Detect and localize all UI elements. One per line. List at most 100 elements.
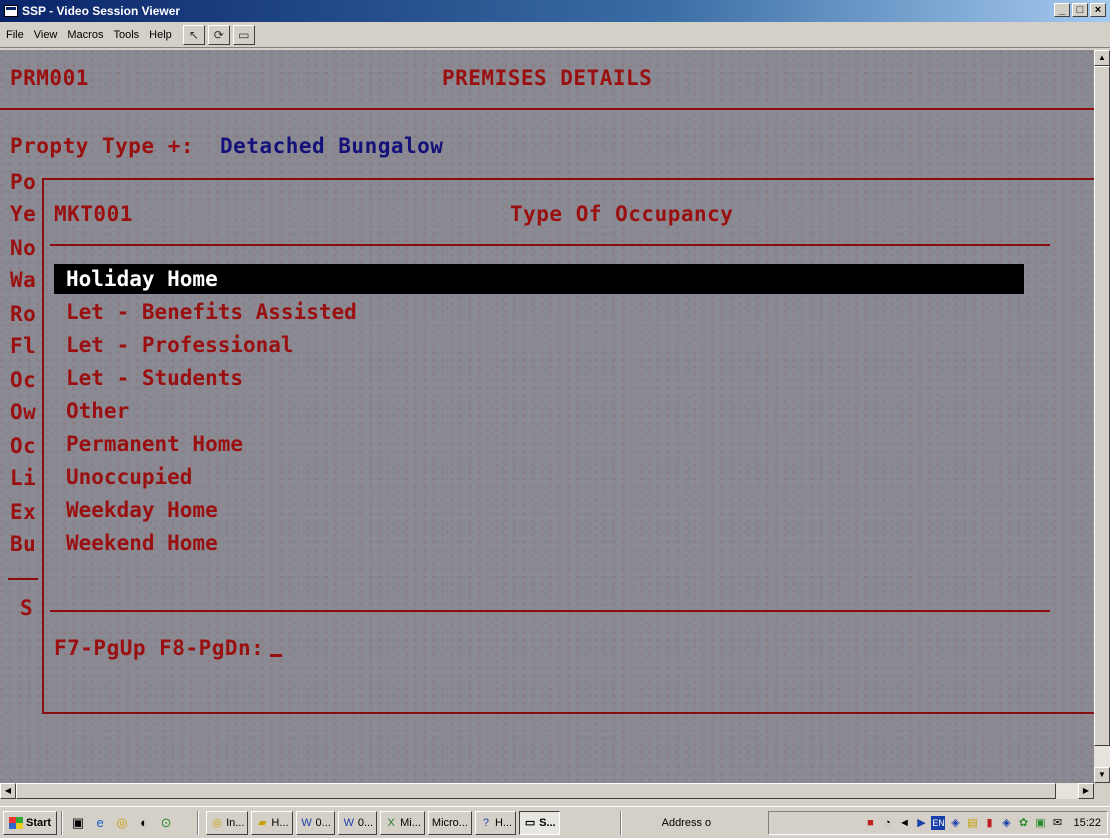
popup-header-divider (50, 244, 1050, 246)
left-divider (8, 578, 38, 580)
vertical-scroll-thumb[interactable] (1094, 66, 1110, 746)
desktop-icon[interactable]: ▣ (70, 815, 86, 831)
screen-id: PRM001 (10, 66, 89, 90)
option-weekday-home[interactable]: Weekday Home (66, 498, 218, 522)
field-label: Ye (10, 202, 37, 226)
option-weekend-home[interactable]: Weekend Home (66, 531, 218, 555)
task-label: S... (539, 816, 556, 829)
shield-icon[interactable]: ◈ (948, 816, 962, 830)
help-icon: ? (482, 816, 490, 829)
taskbar-separator (197, 810, 200, 835)
task-button[interactable]: ▰ H... (251, 810, 293, 835)
vertical-scrollbar[interactable]: ▲ ▼ (1094, 50, 1110, 783)
property-type-value[interactable]: Detached Bungalow (220, 134, 443, 158)
option-holiday-home[interactable]: Holiday Home (54, 264, 1024, 294)
scroll-down-button[interactable]: ▼ (1094, 767, 1110, 783)
address-toolbar-label[interactable]: Address o (656, 817, 712, 829)
word-icon: W (343, 816, 355, 829)
scrollbar-corner (1094, 783, 1110, 799)
task-label: 0... (357, 816, 374, 829)
arrow-down-icon: ▼ (1098, 770, 1106, 779)
pager-prompt[interactable]: F7-PgUp F8-PgDn: (54, 636, 283, 660)
task-button[interactable]: W 0... (295, 810, 335, 835)
monitor-icon[interactable]: ▤ (965, 816, 979, 830)
window-title: SSP - Video Session Viewer (22, 4, 181, 18)
refresh-icon: ⟳ (213, 27, 224, 42)
scroll-left-button[interactable]: ◀ (0, 783, 16, 799)
word-icon: W (301, 816, 312, 829)
task-label: Micro... (431, 816, 468, 829)
task-label: Mi... (400, 816, 421, 829)
title-bar: SSP - Video Session Viewer _ □ × (0, 0, 1110, 22)
task-button[interactable]: W 0... (337, 810, 378, 835)
start-label: Start (26, 816, 52, 829)
field-label: Ex (10, 500, 37, 524)
task-button[interactable]: ? H... (474, 810, 517, 835)
option-let-benefits-assisted[interactable]: Let - Benefits Assisted (66, 300, 357, 324)
start-button[interactable]: Start (3, 810, 58, 835)
menu-help[interactable]: Help (144, 29, 177, 41)
option-let-students[interactable]: Let - Students (66, 366, 243, 390)
popup-left-border (42, 178, 44, 714)
menu-macros[interactable]: Macros (62, 29, 108, 41)
horizontal-scroll-thumb[interactable] (16, 783, 1056, 799)
taskbar-separator (619, 810, 622, 835)
task-button[interactable]: Micro... (427, 810, 472, 835)
task-button[interactable]: ◎ In... (206, 810, 249, 835)
field-label: Oc (10, 368, 37, 392)
field-label: Li (10, 466, 37, 490)
folder-icon: ▰ (258, 816, 267, 829)
taskbar: Start ▣ e ◎ ◐ ⊙ ◎ In... ▰ H... W 0... W … (0, 806, 1110, 838)
messenger-icon[interactable]: ✿ (1016, 816, 1030, 830)
maximize-button[interactable]: □ (1072, 3, 1088, 17)
network-icon[interactable]: ■ (863, 816, 877, 830)
connection-icon[interactable]: ◔ (880, 816, 894, 830)
refresh-button[interactable]: ⟳ (207, 24, 230, 45)
field-label: No (10, 236, 37, 260)
option-let-professional[interactable]: Let - Professional (66, 333, 294, 357)
menu-file[interactable]: File (0, 29, 29, 41)
menu-view[interactable]: View (29, 29, 63, 41)
menu-tools[interactable]: Tools (108, 29, 144, 41)
browser-icon[interactable]: e (92, 815, 108, 831)
field-label: Ow (10, 400, 37, 424)
minimize-button[interactable]: _ (1054, 3, 1070, 17)
pager-prompt-text: F7-PgUp F8-PgDn: (54, 636, 265, 660)
media-icon[interactable]: ◐ (136, 815, 152, 831)
option-unoccupied[interactable]: Unoccupied (66, 465, 192, 489)
terminal-screen[interactable]: PRM001 PREMISES DETAILS Propty Type +: D… (0, 50, 1094, 783)
field-label: Bu (10, 532, 37, 556)
play-icon[interactable]: ▶ (914, 816, 928, 830)
window-button[interactable]: ▭ (232, 24, 255, 45)
outlook-icon: ◎ (212, 816, 222, 829)
pointer-tool-button[interactable]: ↖ (182, 24, 205, 45)
screen-title: PREMISES DETAILS (442, 66, 653, 90)
outlook-icon[interactable]: ◎ (114, 815, 130, 831)
scroll-right-button[interactable]: ▶ (1078, 783, 1094, 799)
windows-logo-icon (9, 816, 23, 829)
security-icon[interactable]: ◈ (999, 816, 1013, 830)
horizontal-scrollbar[interactable]: ◀ ▶ (0, 783, 1094, 799)
menu-bar: File View Macros Tools Help ↖ ⟳ ▭ (0, 22, 1110, 48)
update-icon[interactable]: ▮ (982, 816, 996, 830)
display-icon[interactable]: ▣ (1033, 816, 1047, 830)
popup-id: MKT001 (54, 202, 133, 226)
scroll-up-button[interactable]: ▲ (1094, 50, 1110, 66)
task-label: H... (271, 816, 289, 829)
window-controls: _ □ × (1054, 3, 1106, 17)
clock[interactable]: 15:22 (1073, 817, 1101, 829)
field-label: Wa (10, 268, 37, 292)
field-label: Oc (10, 434, 37, 458)
option-permanent-home[interactable]: Permanent Home (66, 432, 243, 456)
excel-icon: X (387, 816, 395, 829)
property-type-label: Propty Type +: (10, 134, 195, 158)
mail-icon[interactable]: ✉ (1050, 816, 1064, 830)
close-button[interactable]: × (1090, 3, 1106, 17)
option-other[interactable]: Other (66, 399, 129, 423)
language-indicator[interactable]: EN (931, 816, 946, 830)
volume-icon[interactable]: ◄ (897, 816, 911, 830)
task-button[interactable]: X Mi... (380, 810, 425, 835)
player-icon[interactable]: ⊙ (158, 815, 174, 831)
text-cursor (270, 654, 283, 657)
task-button-active[interactable]: ▭ S... (519, 810, 560, 835)
